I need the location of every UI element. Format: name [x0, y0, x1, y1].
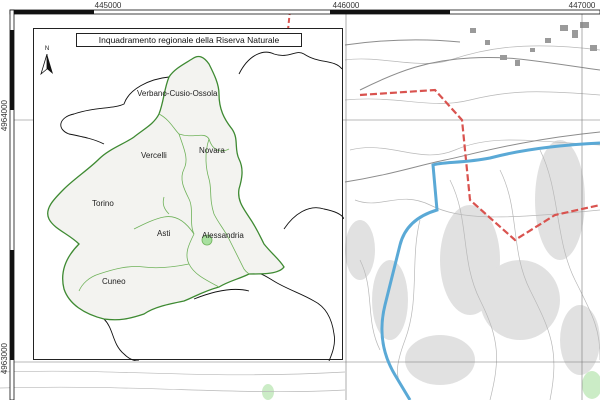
province-label-torino: Torino — [92, 199, 114, 208]
northing-tick-label: 4963000 — [0, 343, 9, 375]
map-page: 445000 446000 447000 4964000 4963000 Inq… — [0, 0, 600, 400]
regional-inset-map[interactable]: Inquadramento regionale della Riserva Na… — [33, 28, 344, 361]
easting-tick-label: 446000 — [332, 1, 360, 10]
province-label-cuneo: Cuneo — [102, 277, 126, 286]
piemonte-region-map — [47, 51, 344, 361]
easting-tick-label: 445000 — [94, 1, 122, 10]
province-label-asti: Asti — [157, 229, 171, 238]
province-label-novara: Novara — [199, 146, 225, 155]
province-label-alessandria: Alessandria — [202, 231, 244, 240]
northing-tick-label: 4964000 — [0, 100, 9, 132]
easting-tick-label: 447000 — [568, 1, 596, 10]
province-label-vco: Verbano-Cusio-Ossola — [137, 89, 218, 98]
province-label-vercelli: Vercelli — [141, 151, 167, 160]
